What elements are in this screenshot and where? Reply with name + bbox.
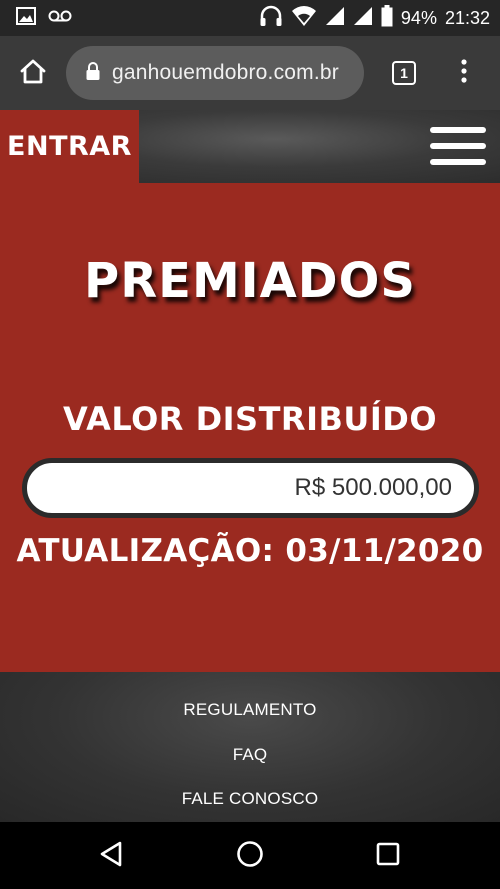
back-icon — [99, 841, 123, 872]
voicemail-icon — [48, 9, 72, 28]
home-icon — [19, 58, 47, 89]
wifi-icon — [291, 5, 317, 32]
home-nav-button[interactable] — [230, 836, 270, 876]
footer-link-regulamento[interactable]: REGULAMENTO — [0, 700, 500, 720]
hamburger-line — [430, 127, 486, 133]
tab-count: 1 — [392, 61, 416, 85]
signal-icon — [325, 6, 345, 31]
footer-link-faq[interactable]: FAQ — [0, 745, 500, 765]
main-section: PREMIADOS VALOR DISTRIBUÍDO R$ 500.000,0… — [0, 183, 500, 672]
distributed-value: R$ 500.000,00 — [294, 474, 452, 501]
update-date: ATUALIZAÇÃO: 03/11/2020 — [16, 533, 484, 569]
distributed-value-label: VALOR DISTRIBUÍDO — [62, 400, 438, 438]
site-header: ENTRAR — [0, 110, 500, 183]
site-footer: REGULAMENTO FAQ FALE CONOSCO — [0, 672, 500, 822]
gallery-icon — [16, 6, 36, 30]
url-text: ganhouemdobro.com.br — [112, 61, 339, 84]
hamburger-line — [430, 159, 486, 165]
tab-switcher-button[interactable]: 1 — [364, 36, 444, 110]
status-left — [16, 6, 72, 30]
browser-menu-button[interactable] — [444, 36, 484, 110]
status-right: 94% 21:32 — [259, 4, 490, 32]
lock-icon — [86, 61, 100, 85]
page-title: PREMIADOS — [84, 253, 416, 309]
more-vert-icon — [461, 58, 467, 88]
distributed-value-box: R$ 500.000,00 — [22, 458, 479, 518]
browser-home-button[interactable] — [0, 36, 66, 110]
back-button[interactable] — [91, 836, 131, 876]
signal-icon — [353, 6, 373, 31]
battery-percent: 94% — [400, 7, 437, 28]
home-circle-icon — [236, 840, 264, 873]
footer-link-contact[interactable]: FALE CONOSCO — [0, 789, 500, 809]
android-nav-bar — [0, 822, 500, 889]
hamburger-line — [430, 143, 486, 149]
headset-icon — [259, 5, 283, 32]
recents-button[interactable] — [368, 836, 408, 876]
hamburger-icon[interactable] — [430, 127, 486, 165]
url-bar[interactable]: ganhouemdobro.com.br — [66, 46, 364, 100]
browser-toolbar: ganhouemdobro.com.br 1 — [0, 36, 500, 110]
recents-icon — [376, 842, 400, 871]
status-bar: 94% 21:32 — [0, 0, 500, 36]
clock: 21:32 — [444, 7, 490, 28]
battery-icon — [381, 4, 393, 32]
login-button[interactable]: ENTRAR — [0, 110, 139, 183]
